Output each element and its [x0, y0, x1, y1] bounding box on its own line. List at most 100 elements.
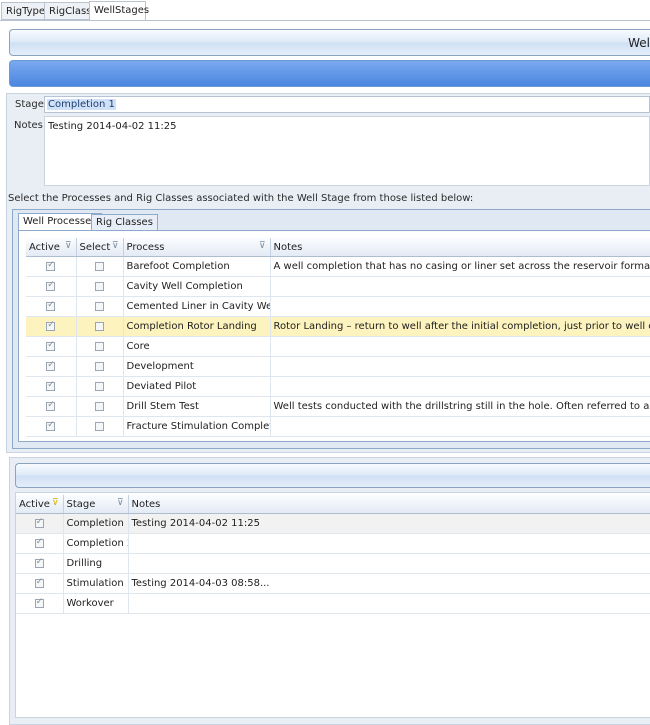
toolbar-bar: [9, 60, 650, 87]
top-tab-strip: RigType RigClass WellStages: [0, 0, 650, 22]
select-checkbox[interactable]: [95, 381, 104, 391]
active-checkbox[interactable]: [34, 577, 44, 588]
select-checkbox[interactable]: [95, 401, 104, 411]
col-notes[interactable]: Notes: [270, 238, 650, 257]
select-cell: [76, 376, 124, 397]
stage-cell: Completion 1: [63, 513, 129, 534]
active-cell: [16, 573, 64, 594]
stage-field[interactable]: [44, 96, 650, 113]
notes-cell: [128, 533, 650, 554]
select-cell: [76, 276, 124, 297]
col-active-label: Active: [29, 241, 60, 253]
select-checkbox[interactable]: [95, 361, 104, 371]
table-row[interactable]: Core: [26, 336, 650, 357]
table-row-highlighted[interactable]: Completion Rotor Landing Rotor Landing –…: [26, 316, 650, 337]
col-active[interactable]: Active ⊽: [26, 238, 77, 257]
active-checkbox[interactable]: [46, 420, 56, 431]
col-select[interactable]: Select ⊽: [76, 238, 124, 257]
process-cell: Drill Stem Test: [123, 396, 271, 417]
active-checkbox[interactable]: [34, 557, 44, 568]
process-cell: Cemented Liner in Cavity Well: [123, 296, 271, 317]
select-checkbox[interactable]: [95, 421, 104, 431]
select-checkbox[interactable]: [95, 261, 104, 271]
process-cell: Barefoot Completion: [123, 256, 271, 277]
active-checkbox[interactable]: [46, 340, 56, 351]
table-row[interactable]: Drill Stem Test Well tests conducted wit…: [26, 396, 650, 417]
instruction-text: Select the Processes and Rig Classes ass…: [8, 193, 474, 204]
table-row-selected[interactable]: Completion 1 Testing 2014-04-02 11:25: [16, 513, 650, 534]
page-title: Wel: [628, 36, 650, 50]
subtab-well-processes[interactable]: Well Processes: [18, 213, 102, 231]
active-cell: [26, 276, 77, 297]
notes-cell: Rotor Landing – return to well after the…: [270, 316, 650, 337]
active-checkbox[interactable]: [46, 360, 56, 371]
filter-icon[interactable]: ⊽: [259, 241, 266, 251]
select-cell: [76, 416, 124, 437]
notes-field[interactable]: Testing 2014-04-02 11:25: [44, 116, 650, 186]
tab-rigtype[interactable]: RigType: [1, 2, 45, 20]
active-cell: [16, 533, 64, 554]
stage-cell: Drilling: [63, 553, 129, 574]
notes-label: Notes: [14, 120, 43, 131]
active-checkbox[interactable]: [34, 537, 44, 548]
col-select-label: Select: [79, 241, 111, 253]
table-row[interactable]: Cavity Well Completion: [26, 276, 650, 297]
notes-cell: [128, 553, 650, 574]
col-notes-label: Notes: [273, 241, 303, 253]
select-checkbox[interactable]: [95, 301, 104, 311]
filter-icon[interactable]: ⊽: [65, 241, 72, 251]
active-checkbox[interactable]: [46, 300, 56, 311]
col-active[interactable]: Active ⊽: [16, 495, 64, 514]
subtab-rig-classes[interactable]: Rig Classes: [91, 214, 158, 231]
active-checkbox[interactable]: [46, 260, 56, 271]
col-process-label: Process: [126, 241, 165, 253]
header-bar: Wel: [9, 29, 650, 56]
tab-rigclass[interactable]: RigClass: [44, 2, 91, 20]
stage-list-header-bar: [15, 463, 650, 488]
stage-field-selection: Completion 1: [47, 99, 116, 110]
active-cell: [26, 336, 77, 357]
process-cell: Core: [123, 336, 271, 357]
table-row[interactable]: Development: [26, 356, 650, 377]
tab-divider: [0, 20, 650, 21]
stage-label: Stage: [15, 99, 44, 110]
col-notes[interactable]: Notes: [128, 495, 650, 514]
process-grid: Active⊽ Select⊽ Process⊽ Notes Barefoot …: [26, 238, 650, 437]
active-checkbox[interactable]: [34, 517, 44, 528]
active-cell: [26, 396, 77, 417]
stage-cell: Completion 2: [63, 533, 129, 554]
notes-text: Testing 2014-04-02 11:25: [48, 121, 177, 132]
col-process[interactable]: Process ⊽: [123, 238, 271, 257]
active-checkbox[interactable]: [34, 597, 44, 608]
process-grid-header: Active ⊽ Select ⊽ Process ⊽ Notes: [26, 238, 650, 257]
process-cell: Completion Rotor Landing: [123, 316, 271, 337]
table-row[interactable]: Deviated Pilot: [26, 376, 650, 397]
stage-grid: Active⊽ Stage⊽ Notes Completion 1 Testin…: [16, 495, 650, 614]
table-row[interactable]: Stimulation Testing 2014-04-03 08:58...: [16, 573, 650, 594]
filter-icon[interactable]: ⊽: [52, 498, 59, 508]
active-checkbox[interactable]: [46, 280, 56, 291]
process-cell: Cavity Well Completion: [123, 276, 271, 297]
table-row[interactable]: Completion 2: [16, 533, 650, 554]
table-row[interactable]: Drilling: [16, 553, 650, 574]
select-checkbox[interactable]: [95, 341, 104, 351]
table-row[interactable]: Barefoot Completion A well completion th…: [26, 256, 650, 277]
col-stage-label: Stage: [66, 498, 96, 510]
active-checkbox[interactable]: [46, 380, 56, 391]
table-row[interactable]: Fracture Stimulation Completion: [26, 416, 650, 437]
select-checkbox[interactable]: [95, 281, 104, 291]
select-cell: [76, 396, 124, 417]
filter-icon[interactable]: ⊽: [117, 498, 124, 508]
select-checkbox[interactable]: [95, 321, 104, 331]
table-row[interactable]: Workover: [16, 593, 650, 614]
active-cell: [26, 296, 77, 317]
active-checkbox[interactable]: [46, 320, 56, 331]
col-active-label: Active: [19, 498, 50, 510]
filter-icon[interactable]: ⊽: [112, 241, 119, 251]
notes-cell: A well completion that has no casing or …: [270, 256, 650, 277]
table-row[interactable]: Cemented Liner in Cavity Well: [26, 296, 650, 317]
tab-wellstages[interactable]: WellStages: [89, 1, 149, 21]
active-checkbox[interactable]: [46, 400, 56, 411]
select-cell: [76, 356, 124, 377]
col-stage[interactable]: Stage ⊽: [63, 495, 129, 514]
